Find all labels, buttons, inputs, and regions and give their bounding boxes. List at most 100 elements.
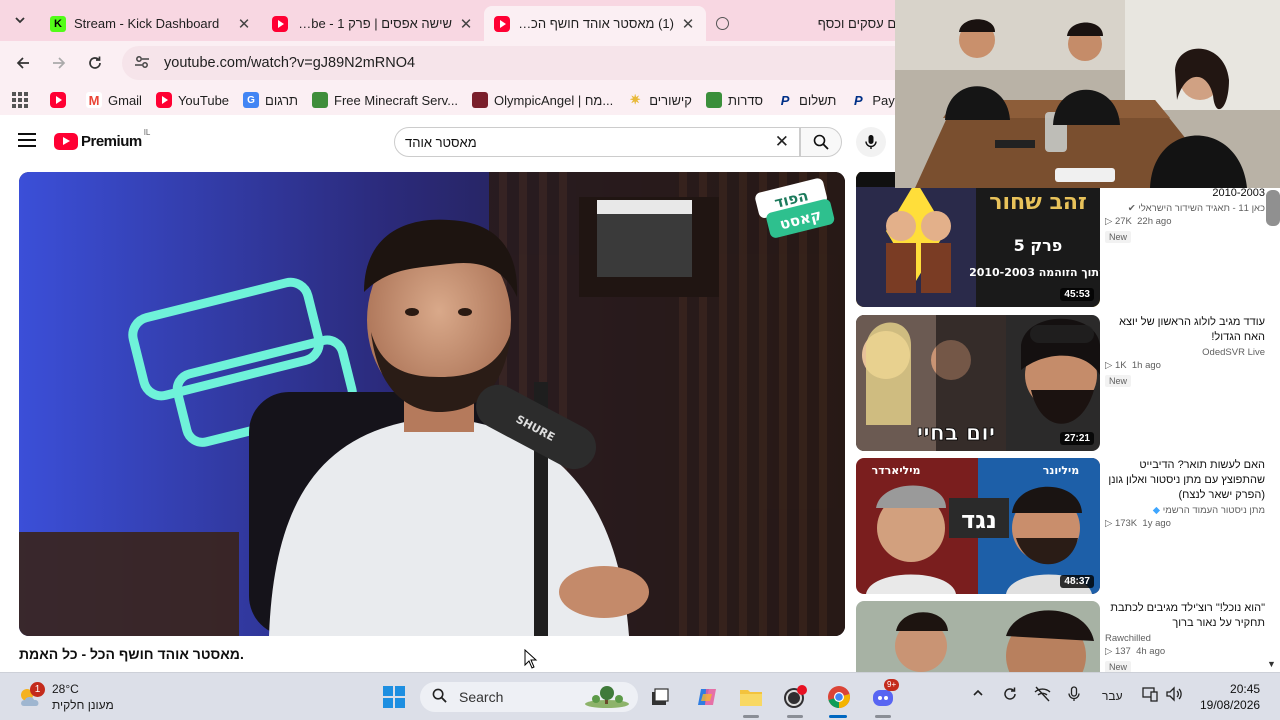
- channel-name[interactable]: OdedSVR Live: [1105, 347, 1265, 358]
- search-button[interactable]: [800, 127, 842, 157]
- thumbnail-logo-text: זהב שחור: [989, 190, 1087, 215]
- video-thumbnail[interactable]: זהב שחור פרק 5 מתוך הזוהמה 2010-2003 45:…: [856, 172, 1100, 307]
- arrow-right-icon: [53, 57, 66, 69]
- task-view-button[interactable]: [646, 683, 674, 711]
- volume-icon[interactable]: [1166, 686, 1183, 705]
- bookmark-translate[interactable]: G תרגום: [243, 92, 298, 108]
- search-icon: [813, 134, 829, 150]
- channel-name[interactable]: מתן ניסטור העמוד הרשמי ◆: [1105, 505, 1265, 516]
- view-count: 137: [1114, 646, 1131, 657]
- show-hidden-icons-button[interactable]: [972, 686, 984, 702]
- voice-search-button[interactable]: [856, 127, 886, 157]
- sync-icon[interactable]: [1002, 686, 1018, 705]
- paypal-icon: P: [853, 92, 863, 108]
- youtube-icon: [494, 15, 510, 32]
- device-icon[interactable]: [1142, 686, 1158, 705]
- bookmark-payment[interactable]: P תשלום: [777, 92, 837, 108]
- file-explorer-button[interactable]: [737, 683, 765, 711]
- new-badge: New: [1105, 231, 1132, 243]
- back-button[interactable]: [5, 45, 41, 81]
- menu-icon[interactable]: [18, 133, 36, 147]
- youtube-logo[interactable]: Premium IL: [54, 128, 150, 150]
- close-icon[interactable]: ✕: [680, 15, 696, 33]
- video-player[interactable]: הפוד קאסט SHURE: [19, 172, 845, 636]
- site-settings-icon[interactable]: [134, 55, 150, 72]
- youtube-icon: [155, 92, 172, 108]
- taskbar-search[interactable]: Search: [420, 682, 638, 712]
- bookmark-links[interactable]: ✷ קישורים: [627, 92, 692, 108]
- network-disconnected-icon[interactable]: [1034, 686, 1051, 705]
- video-thumbnail[interactable]: נגד מיליארדר מיליונר 48:37: [856, 458, 1100, 594]
- minecraft-icon: [312, 92, 329, 108]
- bookmark-label: תרגום: [265, 92, 299, 108]
- recommendation-title[interactable]: "הוא נוכל!" רוצ'ילד מגיבים לכתבת תחקיר ע…: [1105, 601, 1265, 631]
- country-code: IL: [143, 128, 151, 137]
- bookmark-gmail[interactable]: M Gmail: [86, 92, 142, 108]
- system-clock[interactable]: 20:45 19/08/2026: [1200, 681, 1260, 713]
- close-icon[interactable]: ✕: [236, 15, 252, 33]
- discord-button[interactable]: 9+: [869, 679, 900, 711]
- weather-widget[interactable]: 1 28°C מעונן חלקית: [18, 681, 114, 713]
- gmail-icon: M: [86, 92, 102, 108]
- tab-title: Stream - Kick Dashboard: [74, 16, 220, 31]
- video-meta: ▷ 173K 1y ago: [1105, 518, 1171, 529]
- thumbnail-text: פרק 5: [1014, 236, 1063, 255]
- video-duration: 45:53: [1060, 288, 1094, 301]
- search-input[interactable]: מאסטר אוהד ✕: [394, 127, 800, 157]
- video-thumbnail[interactable]: [856, 601, 1100, 672]
- folder-icon: [740, 690, 762, 706]
- tab-youtube-shisha[interactable]: שישה אפסים | פרק 1 - YouTube ✕: [262, 6, 484, 41]
- logo-text: Premium: [81, 133, 142, 150]
- recommendation-info: עודד מגיב לולוג הראשון של יוצא האח הגדול…: [1105, 315, 1265, 389]
- recommendation-item[interactable]: יום בחיי 27:21 עודד מגיב לולוג הראשון של…: [856, 315, 1280, 453]
- new-badge: New: [1105, 375, 1132, 387]
- windows-icon: [383, 686, 405, 708]
- tab-kick-dashboard[interactable]: K Stream - Kick Dashboard ✕: [40, 6, 262, 41]
- scrollbar-thumb[interactable]: [1266, 190, 1280, 226]
- video-thumbnail[interactable]: יום בחיי 27:21: [856, 315, 1100, 451]
- recommendation-title[interactable]: האם לעשות תואר? הדיבייט שהתפוצץ עם מתן נ…: [1105, 458, 1265, 503]
- obs-icon: [784, 685, 807, 708]
- translate-icon: G: [243, 92, 260, 108]
- search-icon: [432, 688, 447, 706]
- apps-grid-icon[interactable]: [12, 92, 28, 108]
- recommendation-item[interactable]: "הוא נוכל!" רוצ'ילד מגיבים לכתבת תחקיר ע…: [856, 601, 1280, 672]
- scroll-down-icon[interactable]: ▼: [1267, 659, 1276, 669]
- reload-button[interactable]: [77, 45, 113, 81]
- bookmark-minecraft[interactable]: Free Minecraft Serv...: [312, 92, 458, 108]
- recommendation-item[interactable]: זהב שחור פרק 5 מתוך הזוהמה 2010-2003 45:…: [856, 172, 1280, 309]
- chevron-up-icon: [973, 689, 983, 696]
- bookmark-label: OlympicAngel | מח...: [494, 92, 614, 108]
- bookmark-paypal[interactable]: P Payl: [850, 92, 898, 108]
- task-view-icon: [652, 688, 669, 705]
- tab-youtube-master-ohad[interactable]: (1) מאסטר אוהד חושף הכל - ✕: [484, 6, 706, 41]
- view-count: 27K: [1114, 216, 1132, 227]
- bookmark-series[interactable]: סדרות: [705, 92, 763, 108]
- discord-badge: 9+: [884, 679, 900, 691]
- obs-button[interactable]: [781, 683, 809, 711]
- weather-badge: 1: [30, 682, 45, 697]
- channel-name[interactable]: Rawchilled: [1105, 633, 1265, 644]
- sun-icon: ✷: [629, 92, 641, 107]
- recommendation-title[interactable]: עודד מגיב לולוג הראשון של יוצא האח הגדול…: [1105, 315, 1265, 345]
- bookmark-olympicangel[interactable]: OlympicAngel | מח...: [472, 92, 613, 108]
- recommendation-item[interactable]: נגד מיליארדר מיליונר 48:37 האם לעשות תוא…: [856, 458, 1280, 596]
- video-age: 1h ago: [1131, 360, 1161, 371]
- copilot-button[interactable]: [693, 683, 721, 711]
- start-button[interactable]: [380, 683, 408, 711]
- tab-search-button[interactable]: [8, 8, 32, 32]
- bookmark-youtube-short[interactable]: [50, 92, 72, 108]
- weather-description: מעונן חלקית: [52, 698, 114, 712]
- temperature: 28°C: [52, 682, 79, 696]
- clear-search-icon[interactable]: ✕: [775, 132, 789, 152]
- chrome-button[interactable]: [825, 683, 853, 711]
- address-bar[interactable]: youtube.com/watch?v=gJ89N2mRNO4: [122, 46, 1022, 80]
- close-icon[interactable]: ✕: [458, 15, 474, 33]
- microphone-icon[interactable]: [1068, 686, 1080, 705]
- bookmark-youtube[interactable]: YouTube: [155, 92, 229, 108]
- forward-button[interactable]: [41, 45, 77, 81]
- language-indicator[interactable]: עבר: [1102, 689, 1123, 703]
- view-count: 1K: [1114, 360, 1127, 371]
- chatgpt-icon: [716, 17, 729, 30]
- channel-name[interactable]: כאן 11 - תאגיד השידור הישראלי ✔: [1105, 203, 1265, 214]
